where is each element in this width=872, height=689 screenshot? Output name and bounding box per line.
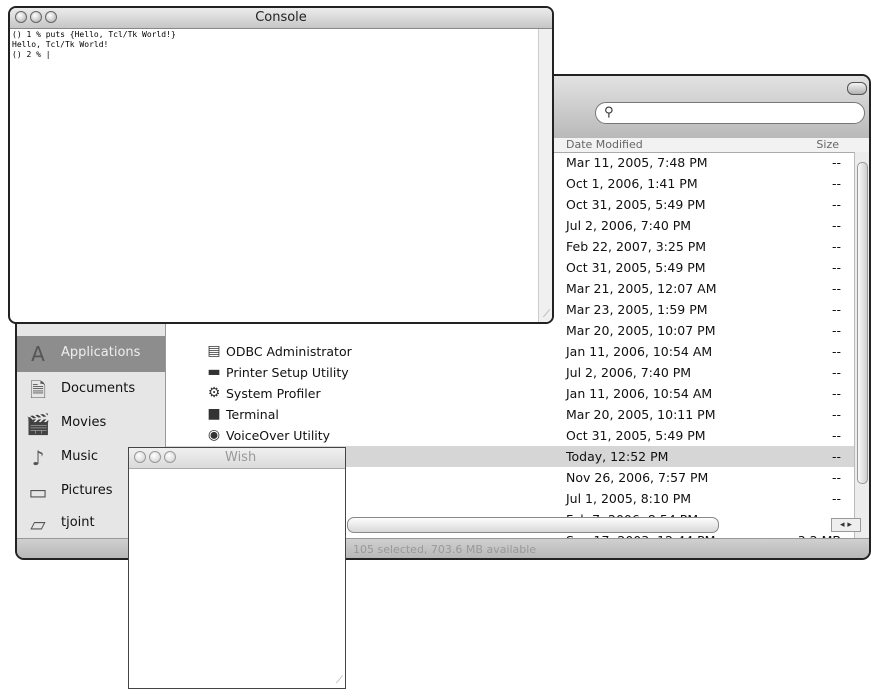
- sidebar-item-movies[interactable]: 🎬 Movies: [17, 406, 165, 442]
- music-icon: ♪: [31, 446, 45, 470]
- file-date-modified: Mar 21, 2005, 12:07 AM: [566, 281, 717, 296]
- home-folder-icon: ▱: [30, 512, 46, 536]
- file-date-modified: Mar 23, 2005, 1:59 PM: [566, 302, 708, 317]
- movies-icon: 🎬: [25, 412, 51, 436]
- file-size: --: [831, 281, 841, 296]
- file-row[interactable]: ■ Terminal Mar 20, 2005, 10:11 PM --: [166, 404, 855, 425]
- console-line: () 2 % |: [12, 50, 51, 59]
- file-size: --: [831, 302, 841, 317]
- file-size: --: [831, 176, 841, 191]
- file-date-modified: Oct 31, 2005, 5:49 PM: [566, 260, 706, 275]
- window-title: Console: [255, 10, 307, 25]
- file-date-modified: Oct 31, 2005, 5:49 PM: [566, 197, 706, 212]
- file-date-modified: Today, 12:52 PM: [566, 449, 669, 464]
- file-size: --: [831, 386, 841, 401]
- app-icon: ▤: [207, 343, 221, 359]
- file-name: System Profiler: [226, 386, 321, 401]
- file-size: --: [831, 239, 841, 254]
- file-date-modified: Mar 20, 2005, 10:07 PM: [566, 323, 716, 338]
- app-icon: ◉: [207, 427, 221, 443]
- wish-window: Wish ⟋: [128, 447, 346, 689]
- file-date-modified: Jan 11, 2006, 10:54 AM: [566, 344, 713, 359]
- file-size: --: [831, 323, 841, 338]
- applications-icon: A: [31, 342, 45, 366]
- file-name: VoiceOver Utility: [226, 428, 331, 443]
- app-icon: ▬: [207, 364, 221, 380]
- file-size: --: [831, 407, 841, 422]
- date-modified-column-header[interactable]: Date Modified: [566, 138, 643, 151]
- file-date-modified: Jul 1, 2005, 8:10 PM: [566, 491, 692, 506]
- console-text-area[interactable]: () 1 % puts {Hello, Tcl/Tk World!} Hello…: [10, 29, 538, 322]
- console-window: Console () 1 % puts {Hello, Tcl/Tk World…: [8, 6, 554, 324]
- documents-icon: 🗎: [29, 378, 47, 402]
- vertical-scrollbar[interactable]: [854, 152, 869, 538]
- toolbar-toggle-button[interactable]: [847, 82, 867, 95]
- app-icon: ⚙: [207, 385, 221, 401]
- sidebar-item-label: tjoint: [61, 515, 95, 530]
- size-column-header[interactable]: Size: [816, 138, 839, 151]
- file-date-modified: Jan 11, 2006, 10:54 AM: [566, 386, 713, 401]
- sidebar-item-label: Movies: [61, 415, 107, 430]
- sidebar-item-documents[interactable]: 🗎 Documents: [17, 372, 165, 408]
- file-size: --: [831, 344, 841, 359]
- horizontal-scroll-thumb[interactable]: [347, 517, 719, 533]
- zoom-button[interactable]: [164, 451, 176, 463]
- file-name: Printer Setup Utility: [226, 365, 349, 380]
- sidebar-item-label: Music: [61, 449, 98, 464]
- sidebar-item-label: Pictures: [61, 483, 113, 498]
- file-name: Terminal: [226, 407, 279, 422]
- resize-grip-icon[interactable]: ⟋: [543, 309, 550, 320]
- file-size: --: [831, 491, 841, 506]
- wish-titlebar[interactable]: Wish: [129, 448, 345, 469]
- search-icon: ⚲: [604, 105, 614, 120]
- file-size: --: [831, 449, 841, 464]
- file-size: --: [831, 365, 841, 380]
- file-date-modified: Mar 20, 2005, 10:11 PM: [566, 407, 716, 422]
- console-scrollbar[interactable]: [538, 29, 552, 322]
- pictures-icon: ▭: [28, 480, 48, 504]
- console-titlebar[interactable]: Console: [10, 8, 552, 29]
- file-date-modified: Mar 11, 2005, 7:48 PM: [566, 155, 708, 170]
- window-controls: [134, 451, 179, 467]
- file-size: --: [831, 470, 841, 485]
- sidebar-item-label: Documents: [61, 381, 136, 396]
- file-date-modified: Feb 22, 2007, 3:25 PM: [566, 239, 707, 254]
- file-date-modified: Nov 26, 2006, 7:57 PM: [566, 470, 709, 485]
- scroll-arrows[interactable]: ◂ ▸: [831, 518, 861, 532]
- file-size: --: [831, 260, 841, 275]
- minimize-button[interactable]: [149, 451, 161, 463]
- file-date-modified: Jul 2, 2006, 7:40 PM: [566, 218, 692, 233]
- window-title: Wish: [225, 450, 257, 465]
- file-row[interactable]: ▤ ODBC Administrator Jan 11, 2006, 10:54 A…: [166, 341, 855, 362]
- resize-grip-icon[interactable]: ⟋: [336, 675, 343, 686]
- status-text: 105 selected, 703.6 MB available: [353, 543, 537, 556]
- search-field[interactable]: ⚲: [595, 102, 865, 124]
- file-row[interactable]: ▬ Printer Setup Utility Jul 2, 2006, 7:40 …: [166, 362, 855, 383]
- sidebar-item-label: Applications: [61, 345, 141, 360]
- file-size: --: [831, 218, 841, 233]
- file-row[interactable]: ⚙ System Profiler Jan 11, 2006, 10:54 AM --: [166, 383, 855, 404]
- sidebar-item-applications[interactable]: A Applications: [17, 336, 165, 372]
- console-line: () 1 % puts {Hello, Tcl/Tk World!}: [12, 30, 176, 39]
- console-line: Hello, Tcl/Tk World!: [12, 40, 109, 49]
- app-icon: ■: [207, 406, 221, 422]
- file-date-modified: Jul 2, 2006, 7:40 PM: [566, 365, 692, 380]
- file-date-modified: Oct 1, 2006, 1:41 PM: [566, 176, 698, 191]
- file-size: --: [831, 155, 841, 170]
- file-size: --: [831, 197, 841, 212]
- vertical-scroll-thumb[interactable]: [857, 162, 868, 484]
- close-button[interactable]: [134, 451, 146, 463]
- file-date-modified: Oct 31, 2005, 5:49 PM: [566, 428, 706, 443]
- file-row[interactable]: ◉ VoiceOver Utility Oct 31, 2005, 5:49 PM -…: [166, 425, 855, 446]
- file-size: --: [831, 428, 841, 443]
- file-name: ODBC Administrator: [226, 344, 352, 359]
